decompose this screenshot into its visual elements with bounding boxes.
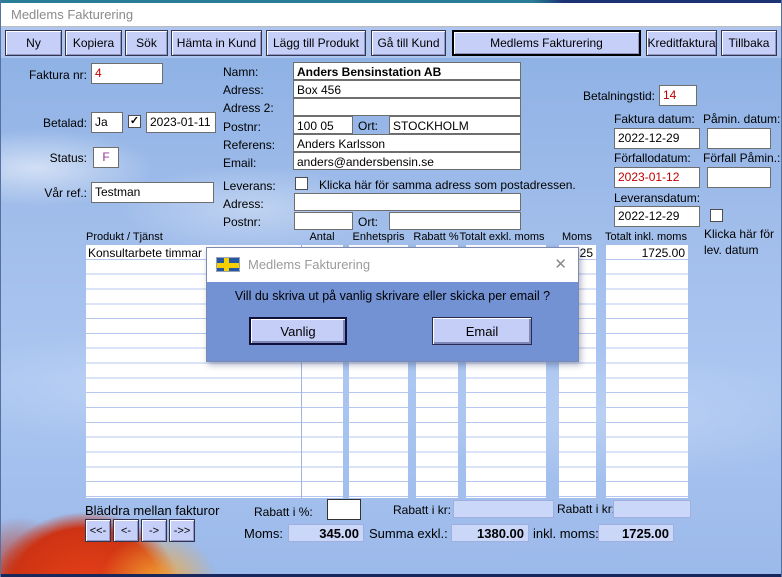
leverans-adress-label: Adress: [223, 197, 264, 211]
email-field[interactable]: anders@andersbensin.se [293, 152, 521, 170]
col-header-rabatt: Rabatt % [411, 231, 461, 243]
forfall-pamin-label: Förfall Påmin.: [703, 151, 780, 165]
rabatt-pct-field[interactable] [327, 499, 361, 520]
adress-label: Adress: [223, 83, 264, 97]
faktura-datum-field[interactable]: 2022-12-29 [614, 128, 700, 149]
lev-datum-note-line2: lev. datum [704, 243, 758, 257]
toolbar-button-medlems-fakturering[interactable]: Medlems Fakturering [452, 30, 641, 56]
betalningstid-label: Betalningstid: [565, 89, 655, 103]
leveransdatum-field[interactable]: 2022-12-29 [614, 206, 700, 227]
pamin-datum-field[interactable] [707, 128, 771, 149]
var-ref-field[interactable]: Testman [91, 182, 214, 203]
dialog-message: Vill du skriva ut på vanlig skrivare ell… [207, 289, 578, 303]
pamin-datum-label: Påmin. datum: [703, 112, 780, 126]
toolbar-button-sok[interactable]: Sök [125, 30, 168, 56]
adress2-field[interactable] [293, 98, 521, 116]
toolbar-button-ny[interactable]: Ny [5, 30, 62, 56]
forfallodatum-label: Förfallodatum: [614, 151, 691, 165]
adress-field[interactable]: Box 456 [293, 80, 521, 98]
col-header-produkt: Produkt / Tjänst [86, 231, 163, 243]
moms-total: 345.00 [288, 524, 364, 542]
nav-prev-button[interactable]: <- [113, 519, 139, 542]
app-window: Medlems Fakturering Ny Kopiera Sök Hämta… [0, 0, 782, 577]
email-button[interactable]: Email [432, 317, 532, 345]
summa-exkl-total: 1380.00 [451, 524, 529, 542]
nav-next-button[interactable]: -> [141, 519, 167, 542]
adress2-label: Adress 2: [223, 101, 274, 115]
leveransdatum-label: Leveransdatum: [614, 191, 700, 205]
leverans-label: Leverans: [223, 179, 276, 193]
toolbar-button-tillbaka[interactable]: Tillbaka [721, 30, 777, 56]
leverans-adress-field[interactable] [294, 193, 521, 211]
referens-field[interactable]: Anders Karlsson [293, 134, 521, 152]
faktura-nr-field[interactable]: 4 [91, 63, 163, 84]
print-dialog: Medlems Fakturering ✕ Vill du skriva ut … [206, 247, 579, 362]
close-icon[interactable]: ✕ [554, 255, 567, 273]
forfall-pamin-field[interactable] [707, 167, 771, 188]
checkmark-icon: ✓ [130, 115, 139, 127]
rabatt-kr1-label: Rabatt i kr: [393, 503, 451, 517]
leverans-ort-field[interactable] [389, 212, 521, 230]
betalad-field[interactable]: Ja [91, 112, 123, 133]
rabatt-kr1-field[interactable] [453, 500, 554, 518]
toolbar-button-hamta-in-kund[interactable]: Hämta in Kund [171, 30, 262, 56]
toolbar-button-ga-till-kund[interactable]: Gå till Kund [371, 30, 446, 56]
toolbar-button-lagg-till-produkt[interactable]: Lägg till Produkt [266, 30, 366, 56]
namn-field[interactable]: Anders Bensinstation AB [293, 62, 521, 80]
toolbar-button-kreditfaktura[interactable]: Kreditfaktura [646, 30, 717, 56]
swedish-flag-icon [216, 257, 240, 272]
leverans-postnr-field[interactable] [294, 212, 353, 230]
betalad-label: Betalad: [27, 116, 87, 130]
lev-datum-checkbox[interactable] [710, 209, 723, 222]
ort-label: Ort: [358, 119, 378, 133]
nav-first-button[interactable]: <<- [85, 519, 111, 542]
col-header-enhetspris: Enhetspris [349, 231, 408, 243]
lev-datum-note-line1: Klicka här för [704, 227, 774, 241]
dialog-titlebar[interactable]: Medlems Fakturering ✕ [207, 248, 578, 282]
same-address-note: Klicka här för samma adress som postadre… [319, 178, 576, 192]
email-label: Email: [223, 156, 256, 170]
betalad-checkbox[interactable]: ✓ [128, 115, 141, 128]
toolbar: Ny Kopiera Sök Hämta in Kund Lägg till P… [1, 27, 782, 58]
col-header-moms: Moms [557, 231, 597, 243]
row1-totalt-inkl[interactable]: 1725.00 [606, 246, 685, 260]
col-header-totalt-inkl: Totalt inkl. moms [604, 231, 688, 243]
row1-produkt[interactable]: Konsultarbete timmar [88, 246, 202, 260]
ort-field[interactable]: STOCKHOLM [389, 116, 521, 134]
faktura-datum-label: Faktura datum: [614, 112, 695, 126]
nav-last-button[interactable]: ->> [169, 519, 195, 542]
referens-label: Referens: [223, 138, 275, 152]
betalad-date-field[interactable]: 2023-01-11 [146, 112, 216, 133]
leverans-ort-label: Ort: [358, 215, 378, 229]
status-label: Status: [27, 151, 87, 165]
forfallodatum-field[interactable]: 2023-01-12 [614, 167, 700, 188]
toolbar-button-kopiera[interactable]: Kopiera [65, 30, 122, 56]
rabatt-kr2-label: Rabatt i kr: [557, 502, 615, 516]
vanlig-button[interactable]: Vanlig [249, 317, 347, 345]
inkl-moms-total: 1725.00 [598, 524, 674, 542]
rabatt-kr2-field[interactable] [613, 500, 691, 518]
table-column-totalt-inkl[interactable] [606, 245, 688, 498]
col-header-totalt-exkl: Totalt exkl. moms [456, 231, 548, 243]
rabatt-pct-label: Rabatt i %: [254, 505, 313, 519]
dialog-title: Medlems Fakturering [248, 257, 370, 272]
leverans-postnr-label: Postnr: [223, 215, 261, 229]
leverans-checkbox[interactable] [295, 177, 308, 190]
status-field[interactable]: F [93, 147, 119, 168]
postnr-field[interactable]: 100 05 [293, 116, 353, 134]
browse-label: Bläddra mellan fakturor [85, 503, 219, 518]
window-title: Medlems Fakturering [11, 7, 133, 22]
postnr-label: Postnr: [223, 120, 261, 134]
summa-exkl-label: Summa exkl.: [369, 526, 448, 541]
betalningstid-field[interactable]: 14 [659, 85, 697, 106]
faktura-nr-label: Faktura nr: [17, 68, 87, 82]
window-titlebar: Medlems Fakturering [1, 3, 782, 27]
var-ref-label: Vår ref.: [17, 186, 87, 200]
col-header-antal: Antal [301, 231, 343, 243]
namn-label: Namn: [223, 65, 258, 79]
moms-label: Moms: [244, 526, 283, 541]
inkl-moms-label: inkl. moms: [533, 526, 599, 541]
